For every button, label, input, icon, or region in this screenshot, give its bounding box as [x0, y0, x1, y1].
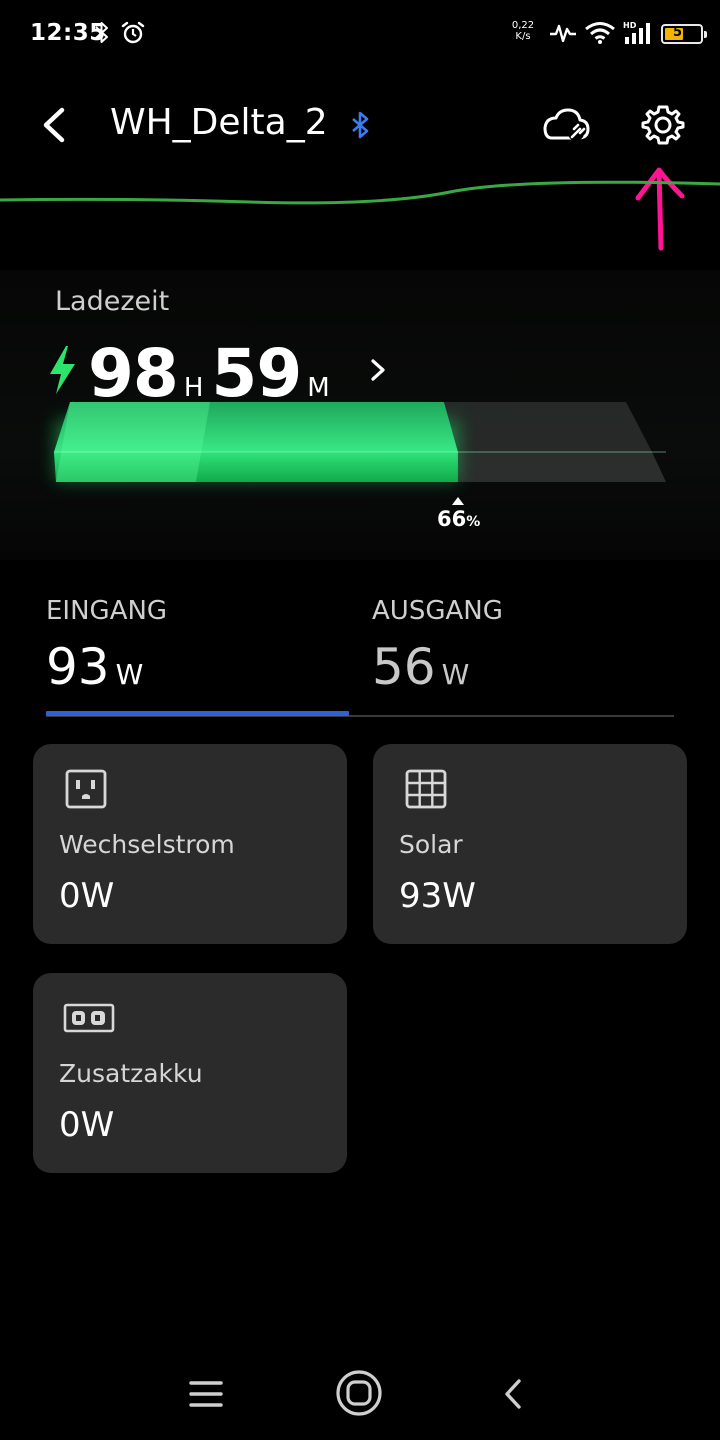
cloud-plug-icon[interactable]	[538, 100, 594, 150]
tab-output-unit: W	[441, 658, 470, 691]
source-name: Zusatzakku	[59, 1059, 203, 1088]
activity-icon	[548, 20, 578, 50]
power-trend-line	[0, 180, 720, 205]
recent-apps-button[interactable]	[186, 1378, 226, 1410]
extra-battery-icon	[63, 997, 117, 1043]
nav-back-button[interactable]	[498, 1376, 528, 1412]
tab-output-label: AUSGANG	[372, 596, 503, 626]
status-bar: 12:35 0,22 K/s HD 52	[0, 0, 720, 70]
battery-level-bar	[54, 402, 666, 482]
charge-time-label: Ladezeit	[55, 286, 170, 317]
source-name: Wechselstrom	[59, 830, 235, 859]
source-value: 0W	[59, 1105, 115, 1145]
source-name: Solar	[399, 830, 463, 859]
tab-output[interactable]: AUSGANG 56 W	[372, 596, 503, 696]
tab-active-indicator	[46, 711, 349, 716]
settings-button[interactable]	[638, 100, 688, 150]
device-name: WH_Delta_2	[110, 102, 328, 143]
network-speed: 0,22 K/s	[511, 20, 535, 42]
battery-percent: 66%	[437, 507, 481, 531]
source-card-solar[interactable]: Solar 93W	[373, 744, 687, 944]
percent-marker-icon	[452, 490, 464, 505]
tab-input-label: EINGANG	[46, 596, 168, 626]
back-button[interactable]	[36, 102, 76, 148]
bluetooth-icon	[350, 110, 372, 144]
alarm-icon	[120, 20, 146, 50]
home-button[interactable]	[334, 1368, 384, 1418]
wifi-icon	[584, 20, 616, 50]
svg-text:HD: HD	[623, 21, 637, 30]
gear-icon	[641, 105, 685, 145]
ac-outlet-icon	[63, 768, 109, 814]
tab-input-unit: W	[115, 658, 144, 691]
tab-input[interactable]: EINGANG 93 W	[46, 596, 167, 696]
source-value: 93W	[399, 876, 476, 916]
source-card-extra-battery[interactable]: Zusatzakku 0W	[33, 973, 347, 1173]
tab-input-value: 93	[46, 638, 110, 696]
signal-icon: HD	[622, 20, 652, 50]
tab-output-value: 56	[372, 638, 436, 696]
source-card-ac[interactable]: Wechselstrom 0W	[33, 744, 347, 944]
source-value: 0W	[59, 876, 115, 916]
bluetooth-status-icon	[94, 20, 110, 50]
solar-panel-icon	[403, 768, 449, 814]
battery-indicator: 52	[661, 24, 707, 44]
chevron-right-icon[interactable]	[366, 355, 390, 385]
